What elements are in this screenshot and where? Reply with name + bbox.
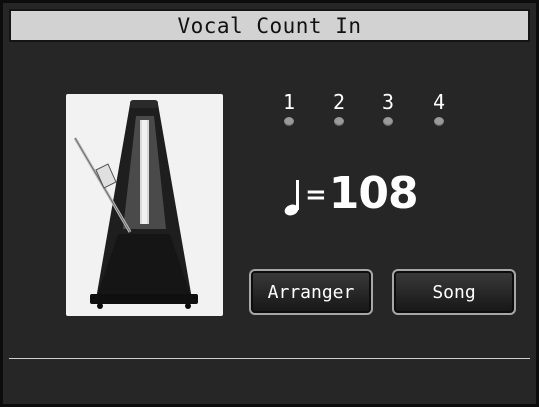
- tempo-value: 108: [328, 167, 419, 219]
- beat-led: [383, 117, 393, 126]
- arranger-button[interactable]: Arranger: [249, 269, 373, 315]
- beat-number: 3: [381, 90, 395, 114]
- quarter-note-icon: [284, 180, 299, 216]
- beat-number: 2: [332, 90, 346, 114]
- beat-number: 4: [432, 90, 446, 114]
- song-button[interactable]: Song: [392, 269, 516, 315]
- divider: [9, 358, 530, 359]
- beat-indicator-4: 4: [424, 91, 454, 126]
- title-bar: Vocal Count In: [9, 9, 530, 42]
- beat-indicator-1: 1: [274, 91, 304, 126]
- metronome-icon: [73, 100, 198, 309]
- beat-number: 1: [282, 90, 296, 114]
- beat-indicator-3: 3: [373, 91, 403, 126]
- tempo-display: = 108: [283, 163, 419, 223]
- metronome-image: [66, 94, 223, 316]
- beat-led: [334, 117, 344, 126]
- vocal-count-in-screen: Vocal Count In 1 2 3 4 = 108 Arranger So…: [0, 0, 539, 407]
- tempo-equals: =: [305, 180, 327, 210]
- beat-led: [284, 117, 294, 126]
- page-title: Vocal Count In: [177, 13, 362, 38]
- beat-indicator-2: 2: [324, 91, 354, 126]
- beat-led: [434, 117, 444, 126]
